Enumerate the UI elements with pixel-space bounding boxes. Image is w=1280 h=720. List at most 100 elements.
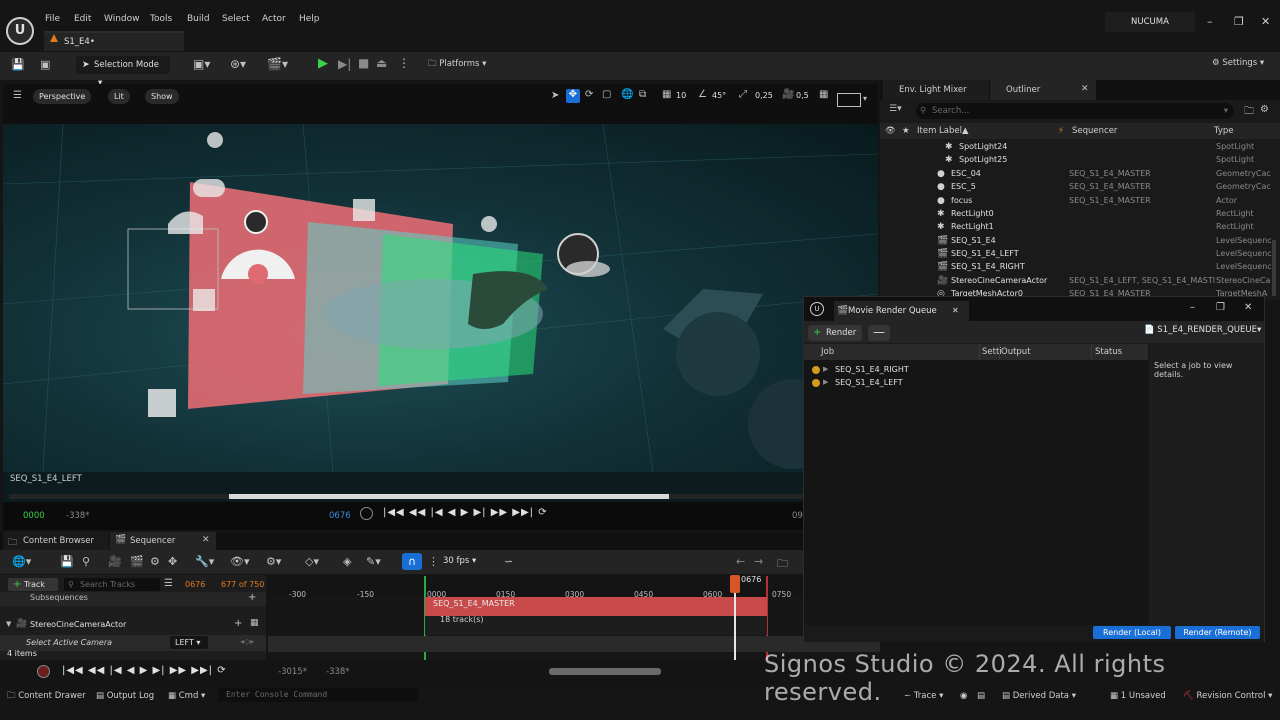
menu-build[interactable]: Build (187, 14, 210, 24)
add-icon[interactable]: + (234, 618, 242, 629)
favorite-icon[interactable]: ★ (902, 123, 910, 139)
save-icon[interactable]: 💾 (60, 555, 74, 568)
chevron-down-icon[interactable]: ▾ (863, 94, 867, 103)
visibility-icon[interactable]: 👁 (885, 123, 896, 139)
folder-add-icon[interactable]: 🗀 (1244, 104, 1254, 121)
col-type[interactable]: Type (1214, 123, 1234, 139)
back-arrow-icon[interactable]: ← (736, 555, 745, 568)
expand-arrow-icon[interactable]: ▶ (823, 376, 828, 389)
transport-controls[interactable]: |◀◀ ◀◀ |◀ ◀ ▶ ▶| ▶▶ ▶▶| ⟳ (62, 665, 227, 676)
current-frame[interactable]: 0676 (185, 580, 205, 589)
translate-tool-icon[interactable]: ✥ (566, 89, 580, 103)
camera-lock-icon[interactable]: ▦ (250, 618, 259, 628)
add-actor-icon[interactable]: ▣▾ (193, 57, 210, 71)
queue-dropdown[interactable]: 📄 S1_E4_RENDER_QUEUE▾ (1144, 325, 1261, 335)
world-icon[interactable]: 🌐 (621, 89, 633, 100)
stop-icon[interactable]: ■ (358, 56, 369, 70)
forward-arrow-icon[interactable]: → (754, 555, 763, 568)
tab-content-browser[interactable]: Content Browser (3, 532, 109, 550)
auto-key-icon[interactable]: ◈ (343, 555, 351, 568)
list-item[interactable]: ✱ RectLight1 RectLight (880, 220, 1280, 233)
list-item[interactable]: ● ESC_5 SEQ_S1_E4_MASTER GeometryCac (880, 180, 1280, 193)
select-tool-icon[interactable]: ➤ (551, 90, 559, 101)
remove-job-button[interactable]: — (868, 325, 890, 341)
filter-icon[interactable]: ☰▾ (889, 104, 902, 114)
grid-snap-icon[interactable]: ▦ (662, 89, 671, 100)
expand-arrow-icon[interactable]: ▼ (6, 620, 11, 628)
close-icon[interactable]: ✕ (952, 301, 959, 321)
tab-env-light-mixer[interactable]: Env. Light Mixer (883, 80, 989, 100)
play-icon[interactable]: ▶ (318, 56, 328, 71)
list-item[interactable]: ✱ SpotLight25 SpotLight (880, 153, 1280, 166)
key-tool-icon[interactable]: 🔧▾ (195, 555, 214, 568)
close-icon[interactable]: ✕ (1081, 84, 1089, 94)
view-options-icon[interactable]: 👁▾ (230, 555, 250, 568)
job-row[interactable]: ▶ SEQ_S1_E4_RIGHT (804, 363, 1148, 376)
fps-dropdown[interactable]: 30 fps ▾ (443, 556, 476, 566)
perspective-button[interactable]: Perspective (33, 89, 92, 104)
more-options-icon[interactable]: ⋮ (398, 56, 410, 70)
grid-size[interactable]: 10 (676, 91, 686, 100)
edit-mode-icon[interactable]: ✎▾ (366, 555, 381, 568)
scale-snap-value[interactable]: 0,25 (755, 91, 773, 100)
find-in-browser-icon[interactable]: ⚲ (82, 555, 90, 568)
viewport-layout-icon[interactable] (837, 93, 861, 107)
step-icon[interactable]: ▶| (338, 57, 351, 71)
world-icon[interactable]: 🌐▾ (12, 555, 31, 568)
record-icon[interactable] (37, 665, 50, 678)
playhead-handle[interactable] (730, 575, 740, 593)
camera-actor-row[interactable]: ▼ 🎥 StereoCineCameraActor + ▦ (0, 618, 266, 634)
camera-choice-dropdown[interactable]: LEFT ▾ (170, 636, 208, 649)
menu-tools[interactable]: Tools (150, 14, 172, 24)
list-item[interactable]: 🎥 StereoCineCameraActor SEQ_S1_E4_LEFT, SE… (880, 274, 1280, 287)
scale-snap-icon[interactable]: ⤢ (739, 89, 747, 100)
rotation-snap-value[interactable]: 45° (712, 91, 726, 100)
menu-edit[interactable]: Edit (74, 14, 91, 24)
master-section[interactable]: SEQ_S1_E4_MASTER (425, 597, 767, 616)
gear-icon[interactable]: ⚙ (1260, 104, 1269, 115)
outliner-search-input[interactable]: ⚲ Search... ▾ (916, 103, 1234, 119)
col-status[interactable]: Status (1095, 344, 1122, 360)
list-item[interactable]: 🎬 SEQ_S1_E4_RIGHT LevelSequenc (880, 260, 1280, 273)
record-icon[interactable] (360, 507, 373, 520)
list-item[interactable]: ✱ SpotLight24 SpotLight (880, 140, 1280, 153)
outliner-scrollbar[interactable] (1272, 240, 1276, 296)
list-item[interactable]: ● focus SEQ_S1_E4_MASTER Actor (880, 194, 1280, 207)
search-tracks-input[interactable]: ⚲ Search Tracks (64, 578, 160, 591)
list-item[interactable]: 🎬 SEQ_S1_E4_LEFT LevelSequenc (880, 247, 1280, 260)
cmd-dropdown[interactable]: ▦ Cmd ▾ (168, 686, 205, 706)
menu-window[interactable]: Window (104, 14, 140, 24)
scene-render[interactable] (3, 124, 878, 472)
scale-tool-icon[interactable]: ▢ (602, 89, 611, 100)
level-tab[interactable]: S1_E4• (44, 31, 184, 51)
job-row[interactable]: ▶ SEQ_S1_E4_LEFT (804, 376, 1148, 389)
list-item[interactable]: ● ESC_04 SEQ_S1_E4_MASTER GeometryCac (880, 167, 1280, 180)
transport-controls[interactable]: |◀◀ ◀◀ |◀ ◀ ▶ ▶| ▶▶ ▶▶| ⟳ (383, 507, 548, 518)
mrq-tab[interactable]: 🎬 Movie Render Queue ✕ (834, 301, 969, 321)
minimize-icon[interactable]: – (1190, 302, 1195, 313)
transform-icon[interactable]: ✥ (168, 555, 177, 568)
rotation-snap-icon[interactable]: ∠ (698, 89, 707, 100)
blueprint-icon[interactable]: ⊛▾ (230, 57, 246, 71)
unreal-logo-icon[interactable]: U (6, 17, 34, 45)
timeline-scrollbar[interactable] (549, 668, 661, 675)
menu-help[interactable]: Help (299, 14, 320, 24)
render-remote-button[interactable]: Render (Remote) (1175, 626, 1260, 639)
output-log-button[interactable]: ▤ Output Log (96, 686, 154, 706)
list-item[interactable]: 🎬 SEQ_S1_E4 LevelSequenc (880, 234, 1280, 247)
settings-button[interactable]: ⚙ Settings ▾ (1212, 58, 1264, 68)
col-sequencer[interactable]: Sequencer (1072, 123, 1117, 139)
selection-mode-dropdown[interactable]: ➤ Selection Mode ▾ (76, 56, 170, 88)
rotate-tool-icon[interactable]: ⟳ (585, 89, 593, 100)
playback-options-icon[interactable]: ⚙▾ (266, 555, 281, 568)
camera-speed-value[interactable]: 0,5 (796, 91, 809, 100)
maximize-icon[interactable]: ❐ (1216, 302, 1225, 313)
cinematics-icon[interactable]: 🎬▾ (267, 57, 288, 71)
add-subsequence-icon[interactable]: + (248, 592, 256, 603)
close-icon[interactable]: ✕ (1244, 302, 1252, 313)
close-icon[interactable]: ✕ (202, 535, 210, 545)
close-icon[interactable]: ✕ (1261, 15, 1270, 28)
level-viewport[interactable]: ☰ Perspective Lit Show ➤ ✥ ⟳ ▢ 🌐 ⧉ ▦ 10 … (3, 84, 878, 530)
col-output[interactable]: Output (1001, 344, 1031, 360)
add-render-job-button[interactable]: + Render (808, 325, 862, 341)
